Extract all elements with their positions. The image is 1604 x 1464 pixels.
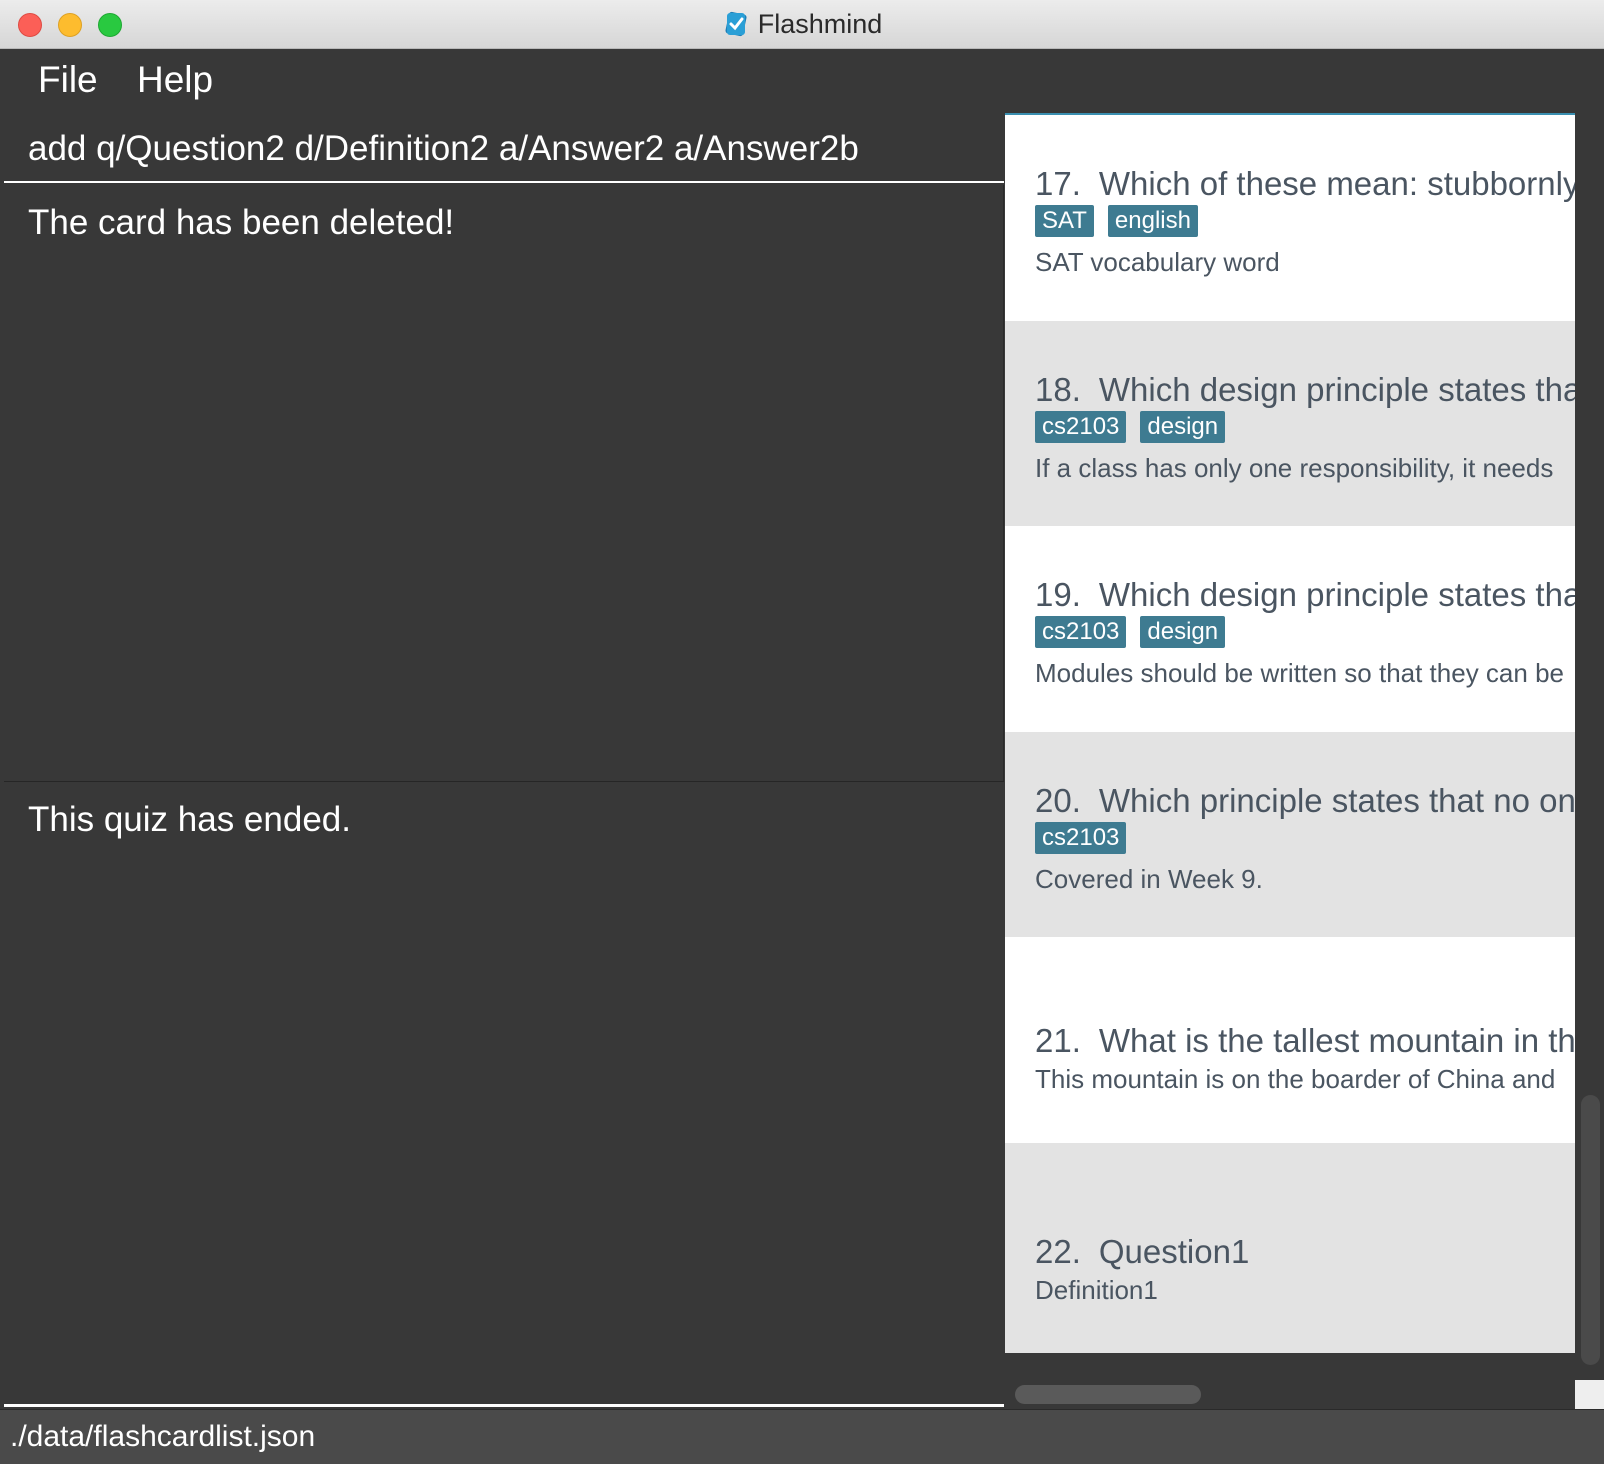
flashcard-question: 22. Question1 (1035, 1233, 1249, 1271)
flashmind-logo-icon (725, 11, 747, 37)
flashcard-list: 17. Which of these mean: stubbornly unwil… (1005, 113, 1604, 1409)
quiz-message: This quiz has ended. (28, 800, 351, 839)
flashcard-description: If a class has only one responsibility, … (1035, 453, 1554, 483)
flashcard-list-viewport[interactable]: 17. Which of these mean: stubbornly unwil… (1005, 115, 1575, 1380)
menu-bar: File Help (0, 49, 1604, 115)
horizontal-scroll-thumb[interactable] (1015, 1385, 1201, 1404)
flashcard-question-text: Question1 (1098, 1233, 1250, 1270)
flashcard-description: This mountain is on the boarder of China… (1035, 1064, 1556, 1094)
vertical-scroll-thumb[interactable] (1581, 1095, 1600, 1365)
flashcard-index: 18. (1035, 371, 1081, 408)
command-input[interactable]: add q/Question2 d/Definition2 a/Answer2 … (4, 117, 1004, 183)
result-message: The card has been deleted! (28, 203, 455, 242)
flashcard-question: 18. Which design principle states that (1035, 371, 1575, 409)
flashcard-description: Definition1 (1035, 1275, 1158, 1305)
command-input-value[interactable]: add q/Question2 d/Definition2 a/Answer2 … (28, 129, 859, 169)
flashcard-item[interactable]: 17. Which of these mean: stubbornly unwil… (1005, 115, 1575, 325)
flashcard-question: 17. Which of these mean: stubbornly unwil… (1035, 165, 1575, 203)
flashcard-question-text: Which of these mean: stubbornly unwillin… (1098, 165, 1575, 202)
tag-badge: design (1140, 616, 1226, 648)
panel-bottom-border (4, 1404, 1004, 1407)
flashcard-question-text: What is the tallest mountain in the (1098, 1022, 1575, 1059)
flashcard-description: Modules should be written so that they c… (1035, 658, 1564, 688)
save-file-path: ./data/flashcardlist.json (10, 1420, 316, 1453)
flashcard-question: 19. Which design principle states that (1035, 576, 1575, 614)
tag-badge: SAT (1035, 205, 1094, 237)
flashcard-question-text: Which design principle states that (1098, 576, 1575, 613)
flashcard-index: 22. (1035, 1233, 1081, 1270)
flashcard-index: 21. (1035, 1022, 1081, 1059)
menu-file[interactable]: File (38, 59, 98, 101)
status-bar: ./data/flashcardlist.json (0, 1409, 1604, 1464)
flashcard-item[interactable]: 22. Question1 Definition1 (1005, 1143, 1575, 1353)
flashcard-tags: SAT english (1035, 205, 1212, 237)
tag-badge: cs2103 (1035, 411, 1127, 443)
flashcard-tags: cs2103 design (1035, 616, 1239, 648)
flashcard-description: SAT vocabulary word (1035, 247, 1280, 277)
flashcard-index: 20. (1035, 782, 1081, 819)
flashcard-question-text: Which principle states that no one (1098, 782, 1575, 819)
flashcard-item[interactable]: 20. Which principle states that no one cs2… (1005, 732, 1575, 942)
flashcard-item[interactable]: 18. Which design principle states that cs2… (1005, 321, 1575, 531)
menu-help[interactable]: Help (137, 59, 213, 101)
flashcard-item[interactable]: 19. Which design principle states that cs2… (1005, 526, 1575, 736)
flashcard-index: 19. (1035, 576, 1081, 613)
flashcard-tags: cs2103 (1035, 822, 1140, 854)
flashcard-description: Covered in Week 9. (1035, 864, 1263, 894)
flashcard-item[interactable]: 21. What is the tallest mountain in the Th… (1005, 937, 1575, 1147)
tag-badge: design (1140, 411, 1226, 443)
app-window: Flashmind File Help add q/Question2 d/De… (0, 0, 1604, 1464)
scroll-corner (1575, 1380, 1604, 1409)
flashcard-question: 21. What is the tallest mountain in the (1035, 1022, 1575, 1060)
tag-badge: cs2103 (1035, 616, 1127, 648)
window-title: Flashmind (757, 8, 883, 39)
flashcard-index: 17. (1035, 165, 1081, 202)
flashcard-tags: cs2103 design (1035, 411, 1239, 443)
quiz-panel: This quiz has ended. (4, 782, 1004, 1402)
result-display: The card has been deleted! (4, 185, 1004, 781)
tag-badge: english (1107, 205, 1198, 237)
title-bar: Flashmind (0, 0, 1604, 49)
tag-badge: cs2103 (1035, 822, 1127, 854)
flashcard-question-text: Which design principle states that (1098, 371, 1575, 408)
flashcard-question: 20. Which principle states that no one (1035, 782, 1575, 820)
